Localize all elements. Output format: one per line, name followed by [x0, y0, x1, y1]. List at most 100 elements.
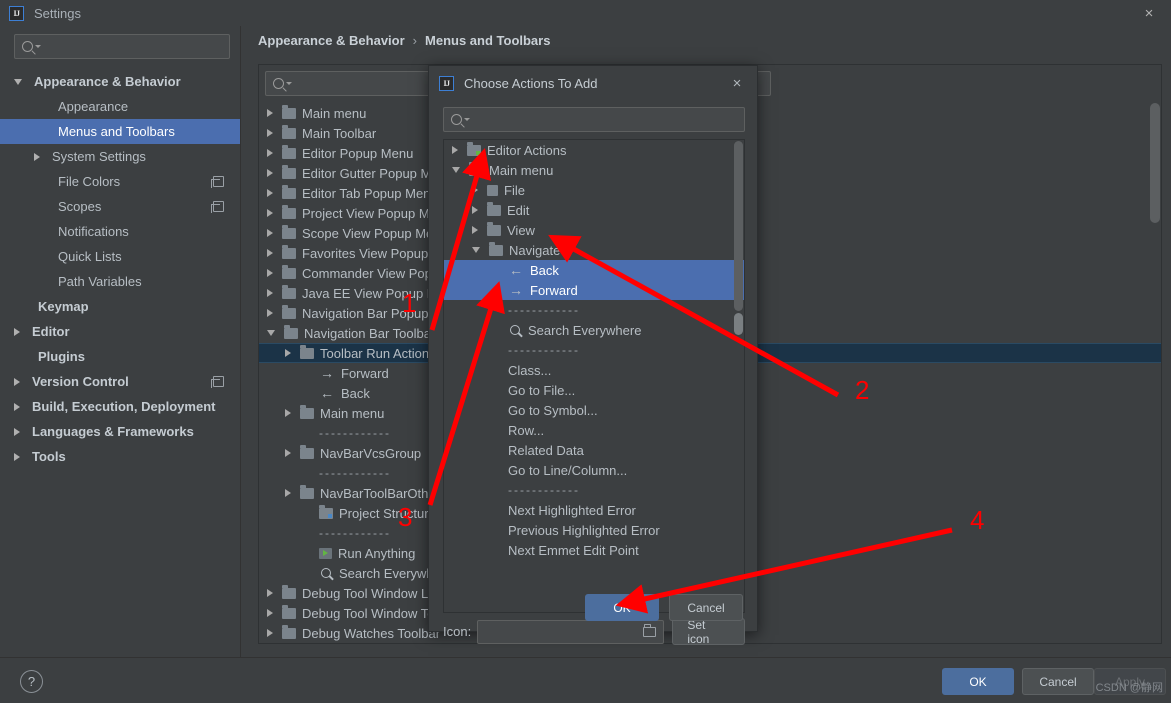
chevron-right-icon[interactable]: [267, 289, 273, 297]
tree-row[interactable]: ------------: [444, 480, 744, 500]
tree-row[interactable]: ------------: [444, 340, 744, 360]
tree-row[interactable]: Go to File...: [444, 380, 744, 400]
tree-row[interactable]: View: [444, 220, 744, 240]
tree-row[interactable]: Editor Actions: [444, 140, 744, 160]
chevron-right-icon[interactable]: [14, 452, 20, 461]
sidebar-item-version-control[interactable]: Version Control: [0, 369, 240, 394]
tree-row[interactable]: Go to Line/Column...: [444, 460, 744, 480]
sidebar-item-system-settings[interactable]: System Settings: [0, 144, 240, 169]
chevron-right-icon[interactable]: [285, 489, 291, 497]
folder-icon: [284, 324, 298, 339]
sidebar-item-notifications[interactable]: Notifications: [0, 219, 240, 244]
ok-button[interactable]: OK: [942, 668, 1014, 695]
chevron-right-icon[interactable]: [285, 349, 291, 357]
sidebar-item-quick-lists[interactable]: Quick Lists: [0, 244, 240, 269]
actions-tree-scroll-track[interactable]: [734, 141, 743, 311]
browse-folder-icon[interactable]: [643, 623, 657, 637]
sidebar-item-editor[interactable]: Editor: [0, 319, 240, 344]
chevron-right-icon[interactable]: [14, 402, 20, 411]
tree-row[interactable]: ← Back: [444, 260, 744, 280]
chevron-right-icon[interactable]: [267, 169, 273, 177]
chevron-right-icon[interactable]: [267, 209, 273, 217]
actions-tree-scroll-thumb[interactable]: [734, 313, 743, 335]
chevron-right-icon[interactable]: [267, 609, 273, 617]
actions-tree-list: Editor Actions Main menu File Edit View Navig…: [444, 140, 744, 560]
tree-row[interactable]: Main menu: [444, 160, 744, 180]
chevron-right-icon[interactable]: [14, 427, 20, 436]
chevron-right-icon[interactable]: [472, 206, 478, 214]
sidebar-item-path-variables[interactable]: Path Variables: [0, 269, 240, 294]
tree-row[interactable]: Go to Symbol...: [444, 400, 744, 420]
chevron-down-icon[interactable]: [267, 330, 275, 336]
dialog-cancel-button[interactable]: Cancel: [669, 594, 743, 621]
tree-row-label: Main menu: [320, 405, 385, 421]
sidebar-item-appearance-behavior[interactable]: Appearance & Behavior: [0, 69, 240, 94]
chevron-right-icon[interactable]: [267, 109, 273, 117]
cancel-button[interactable]: Cancel: [1022, 668, 1094, 695]
sidebar-item-file-colors[interactable]: File Colors: [0, 169, 240, 194]
sidebar-search-input[interactable]: [14, 34, 230, 59]
chevron-right-icon[interactable]: [34, 152, 40, 161]
chevron-right-icon[interactable]: [267, 629, 273, 637]
dialog-ok-button[interactable]: OK: [585, 594, 659, 621]
tree-row-label: Main Toolbar: [302, 125, 377, 141]
sidebar-item-menus-and-toolbars[interactable]: Menus and Toolbars: [0, 119, 240, 144]
tree-row[interactable]: Row...: [444, 420, 744, 440]
dialog-close-icon[interactable]: ×: [729, 75, 745, 92]
sidebar-item-scopes[interactable]: Scopes: [0, 194, 240, 219]
chevron-right-icon[interactable]: [14, 377, 20, 386]
tree-row[interactable]: File: [444, 180, 744, 200]
arrow-right-icon: →: [320, 365, 334, 381]
tree-row[interactable]: Next Emmet Edit Point: [444, 540, 744, 560]
tree-row[interactable]: Related Data: [444, 440, 744, 460]
sidebar-item-tools[interactable]: Tools: [0, 444, 240, 469]
chevron-right-icon[interactable]: [472, 226, 478, 234]
sidebar-item-languages-frameworks[interactable]: Languages & Frameworks: [0, 419, 240, 444]
tree-row[interactable]: Search Everywhere: [444, 320, 744, 340]
chevron-right-icon[interactable]: [267, 129, 273, 137]
project-structure-icon: [319, 504, 333, 519]
folder-icon: [489, 241, 503, 256]
tree-row[interactable]: Navigate: [444, 240, 744, 260]
tree-row[interactable]: → Forward: [444, 280, 744, 300]
chevron-right-icon[interactable]: [14, 327, 20, 336]
chevron-right-icon[interactable]: [267, 189, 273, 197]
chevron-right-icon[interactable]: [267, 149, 273, 157]
chevron-down-icon[interactable]: [472, 247, 480, 253]
chevron-right-icon[interactable]: [267, 269, 273, 277]
chevron-down-icon[interactable]: [14, 78, 22, 85]
dialog-search-input[interactable]: [443, 107, 745, 132]
icon-path-field[interactable]: [477, 619, 665, 644]
tree-row-label: Next Highlighted Error: [508, 502, 636, 518]
chevron-right-icon[interactable]: [267, 309, 273, 317]
copy-settings-icon[interactable]: [211, 376, 224, 388]
close-icon[interactable]: ×: [1141, 5, 1157, 22]
chevron-down-icon[interactable]: [452, 167, 460, 173]
sidebar-item-build-execution-deployment[interactable]: Build, Execution, Deployment: [0, 394, 240, 419]
chevron-right-icon[interactable]: [472, 186, 478, 194]
tree-row[interactable]: Class...: [444, 360, 744, 380]
tree-row[interactable]: Next Highlighted Error: [444, 500, 744, 520]
chevron-right-icon[interactable]: [267, 249, 273, 257]
set-icon-button[interactable]: Set icon: [672, 618, 745, 646]
sidebar-item-appearance[interactable]: Appearance: [0, 94, 240, 119]
breadcrumb-root[interactable]: Appearance & Behavior: [258, 33, 405, 48]
tree-row-label: Row...: [508, 422, 545, 438]
dialog-titlebar: IJ Choose Actions To Add ×: [429, 66, 757, 100]
separator: ------------: [508, 303, 580, 317]
sidebar-item-plugins[interactable]: Plugins: [0, 344, 240, 369]
copy-settings-icon[interactable]: [211, 201, 224, 213]
tree-row[interactable]: Edit: [444, 200, 744, 220]
chevron-right-icon[interactable]: [452, 146, 458, 154]
tree-row[interactable]: ------------: [444, 300, 744, 320]
tree-row[interactable]: Previous Highlighted Error: [444, 520, 744, 540]
copy-settings-icon[interactable]: [211, 176, 224, 188]
tree-row-label: Previous Highlighted Error: [508, 522, 660, 538]
chevron-right-icon[interactable]: [285, 449, 291, 457]
tree-scrollbar[interactable]: [1150, 103, 1160, 223]
chevron-right-icon[interactable]: [285, 409, 291, 417]
help-button[interactable]: ?: [20, 670, 43, 693]
sidebar-item-keymap[interactable]: Keymap: [0, 294, 240, 319]
chevron-right-icon[interactable]: [267, 589, 273, 597]
chevron-right-icon[interactable]: [267, 229, 273, 237]
